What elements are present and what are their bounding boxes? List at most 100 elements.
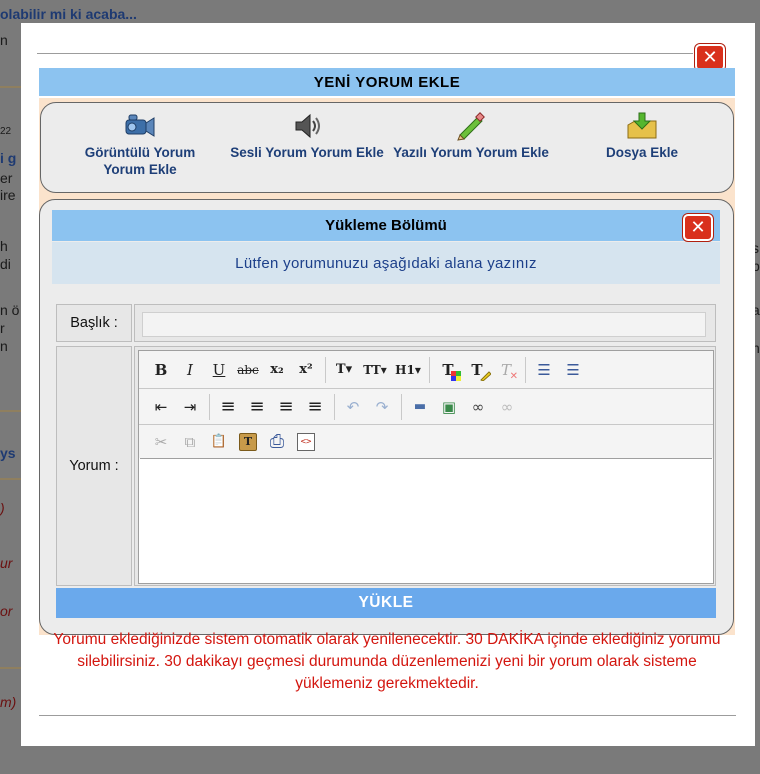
editor-toolbar-row-1: B I U abc x₂ x² T▾ TT▾ H1▾ T T T ✕ ☰ ☰ (139, 351, 713, 389)
font-family-icon: T▾ (335, 362, 353, 377)
upload-close-button[interactable]: ✕ (683, 214, 713, 241)
align-left-icon: ≡ (220, 396, 236, 417)
outdent-button[interactable]: ⇤ (147, 394, 175, 420)
numbered-list-button[interactable]: ☰ (559, 357, 587, 383)
download-folder-icon (625, 111, 659, 141)
clear-format-button[interactable]: T ✕ (492, 357, 520, 383)
font-size-button[interactable]: TT▾ (359, 357, 391, 383)
indent-icon: ⇥ (183, 397, 197, 416)
strikethrough-icon: abc (237, 362, 259, 377)
undo-button[interactable]: ↶ (339, 394, 367, 420)
toolbar-separator (401, 393, 402, 420)
background-fragment: n (0, 338, 8, 354)
upload-submit-button[interactable]: YÜKLE (56, 588, 716, 618)
bullet-list-button[interactable]: ☰ (530, 357, 558, 383)
modal-title-bar: YENİ YORUM EKLE (39, 68, 735, 96)
title-input[interactable] (142, 312, 706, 337)
paste-text-button[interactable]: T (234, 429, 262, 455)
heading-icon: H1▾ (395, 362, 421, 377)
paste-text-icon: T (239, 432, 257, 451)
align-left-button[interactable]: ≡ (214, 394, 242, 420)
strikethrough-button[interactable]: abc (234, 357, 262, 383)
indent-button[interactable]: ⇥ (176, 394, 204, 420)
comment-editor-cell: B I U abc x₂ x² T▾ TT▾ H1▾ T T T ✕ ☰ ☰ ⇤… (134, 346, 716, 586)
underline-icon: U (212, 360, 226, 379)
justify-button[interactable]: ≡ (301, 394, 329, 420)
unlink-icon: ∞ (500, 397, 514, 416)
background-fragment: ur (0, 555, 13, 571)
subscript-button[interactable]: x₂ (263, 357, 291, 383)
copy-button[interactable]: ⧉ (176, 429, 204, 455)
audio-comment-button[interactable]: Sesli Yorum Yorum Ekle (227, 111, 387, 161)
background-fragment: 22 (0, 126, 12, 137)
close-icon: ✕ (702, 46, 718, 68)
background-fragment: ys (0, 445, 16, 461)
underline-button[interactable]: U (205, 357, 233, 383)
toolbar-separator (334, 393, 335, 420)
background-fragment: r (0, 320, 5, 336)
text-color-button[interactable]: T (434, 357, 462, 383)
insert-image-icon: ▣ (441, 397, 457, 416)
upload-section: Yükleme Bölümü ✕ Lütfen yorumunuzu aşağı… (39, 199, 734, 635)
upload-instruction-bar: Lütfen yorumunuzu aşağıdaki alana yazını… (52, 242, 720, 284)
comment-textarea[interactable] (140, 458, 712, 574)
italic-icon: I (187, 360, 193, 379)
video-comment-button[interactable]: Görüntülü Yorum Yorum Ekle (65, 111, 215, 178)
redo-button[interactable]: ↷ (368, 394, 396, 420)
bold-button[interactable]: B (147, 357, 175, 383)
modal-close-button[interactable]: ✕ (695, 44, 725, 71)
remove-link-button[interactable]: ∞ (493, 394, 521, 420)
modal-bottom-divider (39, 715, 736, 716)
link-icon: ∞ (471, 397, 485, 416)
background-fragment: ) (0, 500, 5, 516)
toolbar-separator (209, 393, 210, 420)
clear-format-icon: T ✕ (500, 360, 518, 382)
video-camera-icon (123, 111, 157, 141)
background-fragment: n (0, 32, 8, 48)
font-family-button[interactable]: T▾ (330, 357, 358, 383)
superscript-button[interactable]: x² (292, 357, 320, 383)
title-label: Başlık : (56, 304, 132, 342)
align-center-icon: ≡ (249, 396, 265, 417)
scissors-icon: ✂ (154, 432, 168, 451)
toolbar-separator (429, 356, 430, 383)
pencil-icon (454, 111, 488, 141)
background-fragment: or (0, 603, 13, 619)
title-input-cell (134, 304, 716, 342)
rich-text-editor: B I U abc x₂ x² T▾ TT▾ H1▾ T T T ✕ ☰ ☰ ⇤… (138, 350, 714, 584)
background-fragment: m) (0, 694, 17, 710)
file-upload-label: Dosya Ekle (605, 145, 679, 160)
highlight-button[interactable]: T (463, 357, 491, 383)
speaker-icon (290, 111, 324, 141)
bullet-list-icon: ☰ (537, 360, 551, 379)
insert-link-button[interactable]: ∞ (464, 394, 492, 420)
heading-button[interactable]: H1▾ (392, 357, 424, 383)
copy-icon: ⧉ (184, 432, 196, 451)
cut-button[interactable]: ✂ (147, 429, 175, 455)
italic-button[interactable]: I (176, 357, 204, 383)
redo-icon: ↷ (375, 397, 389, 416)
comment-label: Yorum : (56, 346, 132, 586)
file-upload-button[interactable]: Dosya Ekle (589, 111, 695, 161)
editor-toolbar-row-3: ✂ ⧉ 📋 T ⎙ <> (139, 425, 713, 458)
background-fragment: h (0, 238, 8, 254)
horizontal-rule-button[interactable]: ▬ (406, 394, 434, 420)
outdent-icon: ⇤ (154, 397, 168, 416)
paste-button[interactable]: 📋 (205, 429, 233, 455)
undo-icon: ↶ (346, 397, 360, 416)
text-color-icon: T (442, 361, 461, 381)
source-button[interactable]: <> (292, 429, 320, 455)
numbered-list-icon: ☰ (566, 360, 580, 379)
print-button[interactable]: ⎙ (263, 429, 291, 455)
insert-image-button[interactable]: ▣ (435, 394, 463, 420)
text-comment-label: Yazılı Yorum Yorum Ekle (393, 145, 549, 160)
source-code-icon: <> (297, 432, 315, 451)
align-center-button[interactable]: ≡ (243, 394, 271, 420)
text-comment-button[interactable]: Yazılı Yorum Yorum Ekle (391, 111, 551, 161)
align-right-button[interactable]: ≡ (272, 394, 300, 420)
bold-icon: B (154, 360, 168, 379)
align-right-icon: ≡ (278, 396, 294, 417)
background-fragment: ire (0, 187, 16, 203)
subscript-icon: x₂ (270, 362, 284, 377)
close-icon: ✕ (690, 216, 706, 238)
